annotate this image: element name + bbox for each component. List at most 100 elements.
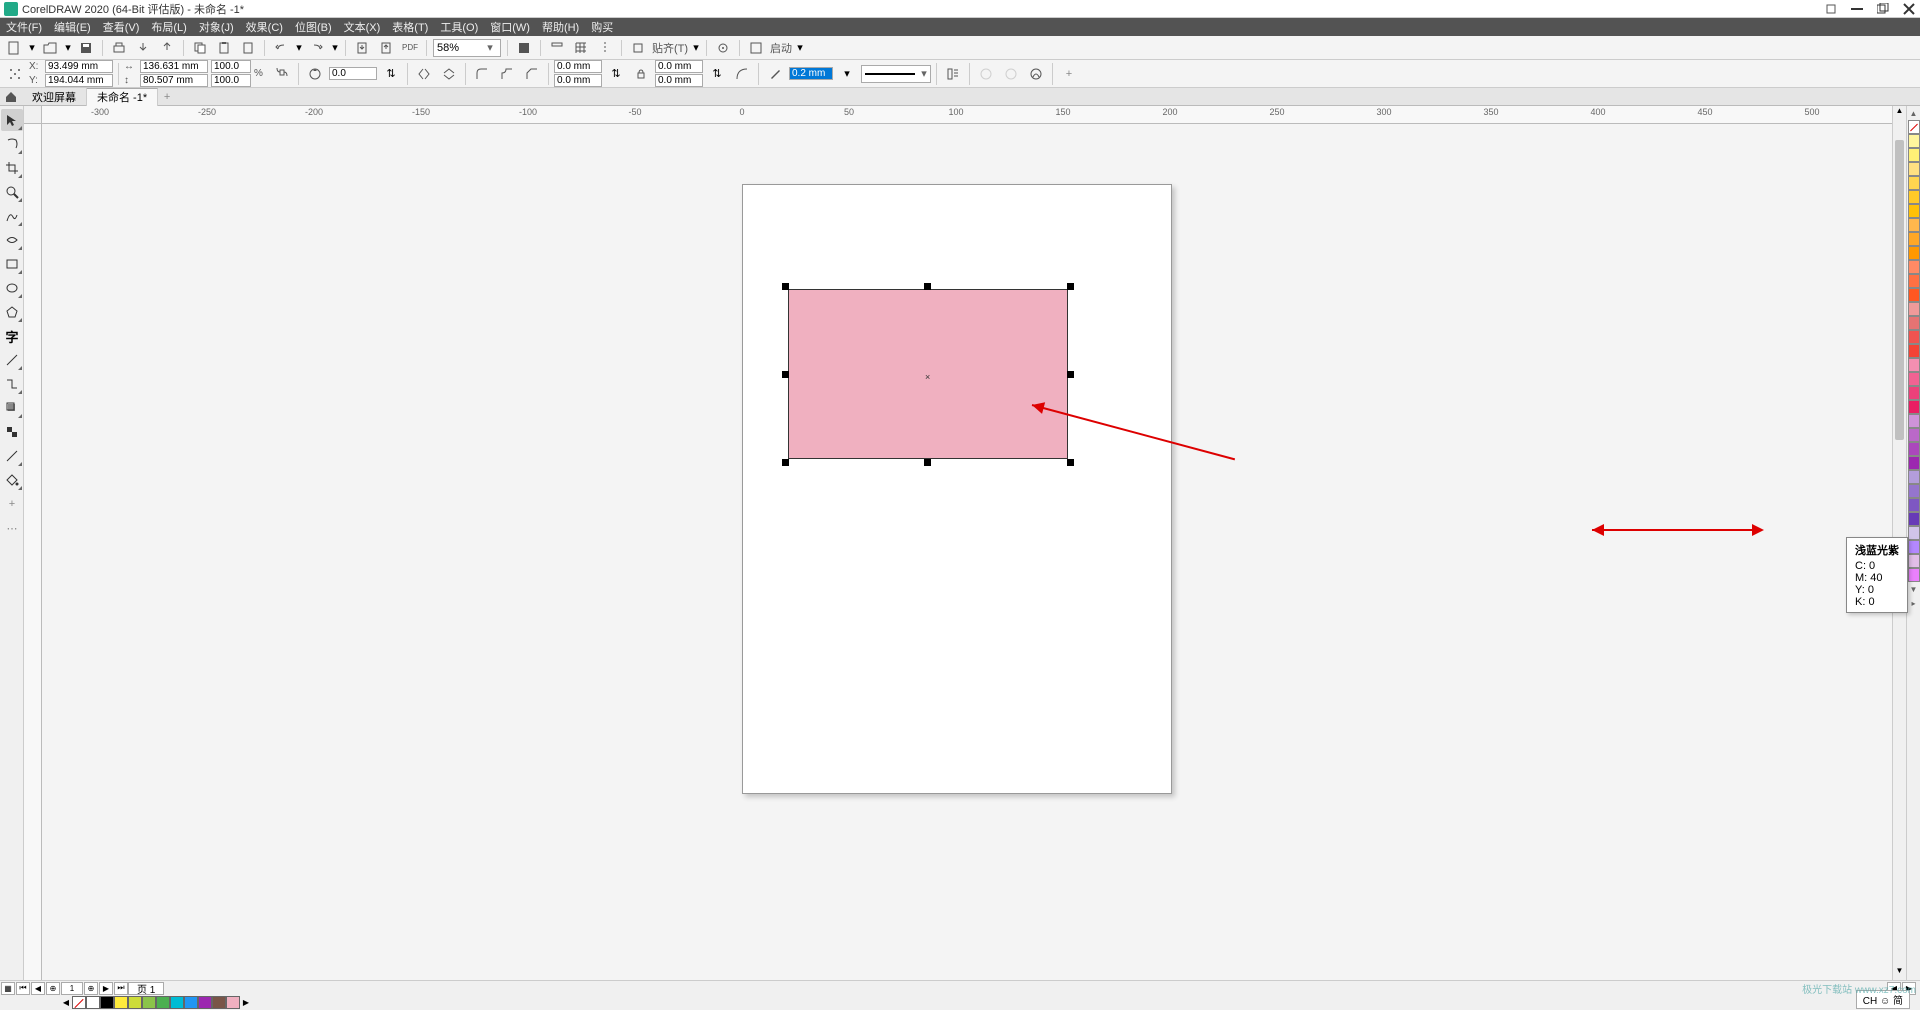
import-button[interactable]: [133, 38, 153, 58]
shape-tool[interactable]: [1, 133, 23, 155]
sel-handle-ml[interactable]: [782, 371, 789, 378]
drop-shadow-tool[interactable]: [1, 397, 23, 419]
minimize-button[interactable]: [1850, 2, 1864, 16]
palette-swatch[interactable]: [1908, 218, 1920, 232]
vscroll-down[interactable]: ▼: [1893, 966, 1906, 980]
zoom-dropdown[interactable]: ▾: [484, 41, 496, 54]
plus-tool[interactable]: +: [1, 493, 23, 515]
scale-x-field[interactable]: [211, 60, 251, 73]
palette-no-color[interactable]: [1908, 120, 1920, 134]
palette-swatch[interactable]: [1908, 246, 1920, 260]
export-button-2[interactable]: [376, 38, 396, 58]
rotation-stepper[interactable]: ⇅: [380, 63, 402, 85]
polygon-tool[interactable]: [1, 301, 23, 323]
palette-swatch[interactable]: [1908, 204, 1920, 218]
doc-palette-swatch[interactable]: [198, 996, 212, 1009]
palette-swatch[interactable]: [1908, 330, 1920, 344]
sel-handle-mr[interactable]: [1067, 371, 1074, 378]
palette-swatch[interactable]: [1908, 554, 1920, 568]
corner-round-button[interactable]: [471, 63, 493, 85]
pdf-button[interactable]: PDF: [400, 38, 420, 58]
menu-effects[interactable]: 效果(C): [246, 19, 283, 35]
palette-swatch[interactable]: [1908, 288, 1920, 302]
sel-handle-bm[interactable]: [924, 459, 931, 466]
palette-swatch[interactable]: [1908, 414, 1920, 428]
palette-swatch[interactable]: [1908, 498, 1920, 512]
doc-palette-none[interactable]: [72, 996, 86, 1009]
redo-dropdown[interactable]: ▾: [331, 38, 339, 58]
more-tool[interactable]: ⋯: [1, 517, 23, 539]
outline-style-combo[interactable]: ▾: [861, 65, 931, 83]
order-front-button[interactable]: [975, 63, 997, 85]
tab-home-icon[interactable]: [0, 88, 22, 106]
sel-handle-tm[interactable]: [924, 283, 931, 290]
menu-table[interactable]: 表格(T): [392, 19, 428, 35]
open-button[interactable]: [40, 38, 60, 58]
sel-handle-tr[interactable]: [1067, 283, 1074, 290]
page-options-button[interactable]: ▦: [1, 982, 15, 995]
outline-width-dropdown[interactable]: ▾: [836, 63, 858, 85]
open-dropdown[interactable]: ▾: [64, 38, 72, 58]
palette-swatch[interactable]: [1908, 512, 1920, 526]
palette-swatch[interactable]: [1908, 568, 1920, 582]
transparency-tool[interactable]: [1, 421, 23, 443]
menu-tools[interactable]: 工具(O): [440, 19, 478, 35]
palette-swatch[interactable]: [1908, 442, 1920, 456]
doc-palette-swatch[interactable]: [142, 996, 156, 1009]
page-add-right-button[interactable]: ⊕: [84, 982, 98, 995]
palette-down-arrow[interactable]: ▼: [1907, 582, 1920, 596]
fill-tool[interactable]: [1, 469, 23, 491]
menu-bitmap[interactable]: 位图(B): [295, 19, 332, 35]
palette-swatch[interactable]: [1908, 190, 1920, 204]
text-tool[interactable]: 字: [1, 325, 23, 347]
snap-toggle[interactable]: [628, 38, 648, 58]
palette-swatch[interactable]: [1908, 302, 1920, 316]
doc-palette-left[interactable]: ◀: [60, 996, 72, 1009]
doc-palette-swatch[interactable]: [184, 996, 198, 1009]
scale-y-field[interactable]: [211, 74, 251, 87]
palette-swatch[interactable]: [1908, 400, 1920, 414]
tab-add-button[interactable]: +: [158, 88, 176, 106]
page-first-button[interactable]: ⏮: [16, 982, 30, 995]
import-button-2[interactable]: [352, 38, 372, 58]
corner-br-field[interactable]: [655, 74, 703, 87]
copy-button[interactable]: [190, 38, 210, 58]
corner-stepper-2[interactable]: ⇅: [706, 63, 728, 85]
mirror-h-button[interactable]: [413, 63, 435, 85]
undo-button[interactable]: [271, 38, 291, 58]
grid-button[interactable]: [571, 38, 591, 58]
palette-swatch[interactable]: [1908, 526, 1920, 540]
palette-swatch[interactable]: [1908, 316, 1920, 330]
palette-swatch[interactable]: [1908, 456, 1920, 470]
menu-view[interactable]: 查看(V): [103, 19, 140, 35]
width-field[interactable]: [140, 60, 208, 73]
menu-edit[interactable]: 编辑(E): [54, 19, 91, 35]
palette-flyout-arrow[interactable]: ▸: [1907, 596, 1920, 610]
palette-swatch[interactable]: [1908, 344, 1920, 358]
corner-chamfer-button[interactable]: [521, 63, 543, 85]
guidelines-button[interactable]: [595, 38, 615, 58]
export-button[interactable]: [157, 38, 177, 58]
relative-scale-button[interactable]: [731, 63, 753, 85]
order-back-button[interactable]: [1000, 63, 1022, 85]
doc-palette-right[interactable]: ▶: [240, 996, 252, 1009]
canvas[interactable]: ×: [42, 124, 1874, 962]
page-next-button[interactable]: ▶: [99, 982, 113, 995]
rotation-field[interactable]: [329, 67, 377, 80]
doc-palette-swatch[interactable]: [170, 996, 184, 1009]
palette-swatch[interactable]: [1908, 484, 1920, 498]
crop-tool[interactable]: [1, 157, 23, 179]
doc-palette-swatch[interactable]: [212, 996, 226, 1009]
x-field[interactable]: [45, 60, 113, 73]
help-button[interactable]: [1824, 2, 1838, 16]
palette-swatch[interactable]: [1908, 358, 1920, 372]
eyedropper-tool[interactable]: [1, 445, 23, 467]
menu-text[interactable]: 文本(X): [344, 19, 381, 35]
menu-buy[interactable]: 购买: [591, 19, 613, 35]
sel-handle-bl[interactable]: [782, 459, 789, 466]
doc-palette-swatch[interactable]: [226, 996, 240, 1009]
parallel-dimension-tool[interactable]: [1, 349, 23, 371]
lock-ratio-button[interactable]: [271, 63, 293, 85]
paste-button[interactable]: [214, 38, 234, 58]
wrap-text-button[interactable]: [942, 63, 964, 85]
